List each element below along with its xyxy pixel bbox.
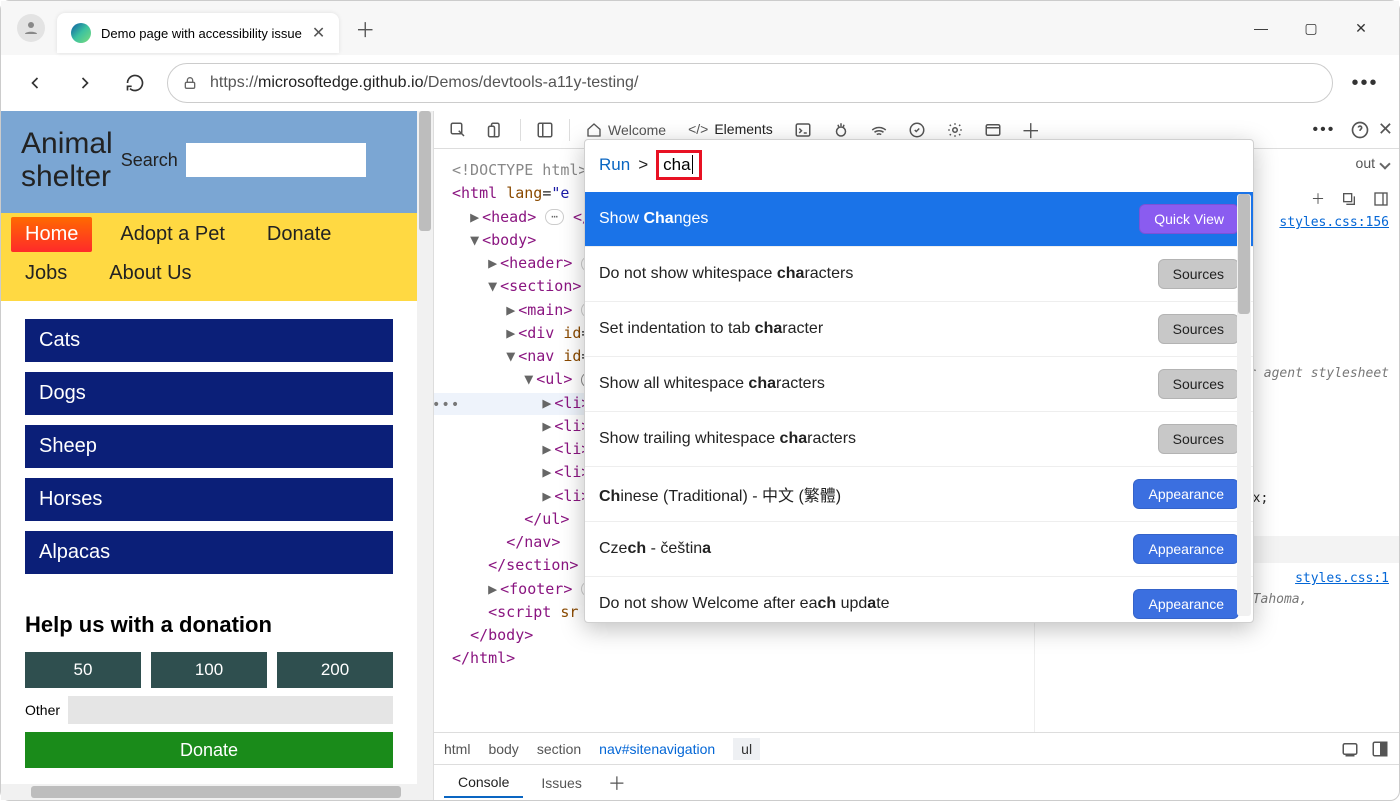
drawer-add-tab[interactable]: ＋ <box>600 770 634 796</box>
nav-adopt[interactable]: Adopt a Pet <box>106 217 239 252</box>
toggle-classes-icon[interactable] <box>1341 191 1357 207</box>
gutter-more-icon[interactable]: ••• <box>432 395 460 417</box>
command-item[interactable]: Show trailing whitespace charactersSourc… <box>585 411 1253 466</box>
donation-heading: Help us with a donation <box>25 612 393 638</box>
command-badge: Sources <box>1158 369 1239 399</box>
command-badge: Quick View <box>1139 204 1239 234</box>
window-controls: — ▢ ✕ <box>1249 20 1389 37</box>
command-list: Show ChangesQuick ViewDo not show whites… <box>585 192 1253 622</box>
lock-icon <box>182 75 198 91</box>
url-text: https://microsoftedge.github.io/Demos/de… <box>210 74 638 92</box>
command-item[interactable]: Chinese (Traditional) - 中文 (繁體)Appearanc… <box>585 466 1253 521</box>
forward-button[interactable] <box>67 65 103 101</box>
new-tab-button[interactable]: ＋ <box>355 14 375 43</box>
help-icon[interactable] <box>1350 120 1370 140</box>
browser-menu-button[interactable]: ••• <box>1347 72 1383 95</box>
crumb[interactable]: nav#sitenavigation <box>599 741 715 757</box>
command-badge: Sources <box>1158 314 1239 344</box>
crumb[interactable]: section <box>537 741 581 757</box>
inspect-icon[interactable] <box>440 115 476 145</box>
devtools-more-button[interactable]: ••• <box>1306 121 1342 139</box>
donate-button[interactable]: Donate <box>25 732 393 768</box>
nav-about[interactable]: About Us <box>95 256 205 291</box>
search-label: Search <box>121 150 178 171</box>
styles-dropdown[interactable]: out <box>1356 155 1389 171</box>
page-title: Animalshelter <box>21 127 113 193</box>
source-link[interactable]: styles.css:156 <box>1279 213 1389 234</box>
crumb[interactable]: body <box>488 741 518 757</box>
profile-avatar[interactable] <box>17 14 45 42</box>
horizontal-scrollbar[interactable] <box>1 784 433 800</box>
site-nav: Home Adopt a Pet Donate Jobs About Us <box>1 213 417 301</box>
drawer-tab-console[interactable]: Console <box>444 768 523 798</box>
other-amount-input[interactable] <box>68 696 393 724</box>
refresh-button[interactable] <box>117 65 153 101</box>
crumb[interactable]: html <box>444 741 470 757</box>
minimize-button[interactable]: — <box>1249 20 1273 37</box>
command-run-label: Run <box>599 155 630 175</box>
dock-icon[interactable] <box>1371 740 1389 758</box>
command-item[interactable]: Show ChangesQuick View <box>585 192 1253 246</box>
computed-toggle-icon[interactable] <box>1373 191 1389 207</box>
category-list: Cats Dogs Sheep Horses Alpacas <box>1 301 417 602</box>
other-label: Other <box>25 702 60 718</box>
vertical-scrollbar[interactable] <box>417 111 433 800</box>
donation-section: Help us with a donation 50 100 200 Other… <box>1 612 417 768</box>
page-header: Animalshelter Search <box>1 111 417 213</box>
close-window-button[interactable]: ✕ <box>1349 20 1373 37</box>
command-item[interactable]: Do not show whitespace charactersSources <box>585 246 1253 301</box>
command-item[interactable]: Czech - češtinaAppearance <box>585 521 1253 576</box>
back-button[interactable] <box>17 65 53 101</box>
list-item[interactable]: Sheep <box>25 425 393 468</box>
edge-logo-icon <box>71 23 91 43</box>
command-badge: Appearance <box>1133 534 1239 564</box>
titlebar: Demo page with accessibility issue ✕ ＋ —… <box>1 1 1399 55</box>
command-item[interactable]: Do not show Welcome after each updateApp… <box>585 576 1253 631</box>
command-scrollbar[interactable] <box>1237 194 1251 616</box>
tab-close-icon[interactable]: ✕ <box>312 23 325 43</box>
search-input[interactable] <box>186 143 366 177</box>
command-prompt-icon: > <box>638 155 648 175</box>
command-item[interactable]: Set indentation to tab characterSources <box>585 301 1253 356</box>
list-item[interactable]: Cats <box>25 319 393 362</box>
amount-button[interactable]: 50 <box>25 652 141 688</box>
rendering-icon[interactable] <box>1341 740 1359 758</box>
address-bar[interactable]: https://microsoftedge.github.io/Demos/de… <box>167 63 1333 103</box>
activity-bar-icon[interactable] <box>527 115 563 145</box>
list-item[interactable]: Dogs <box>25 372 393 415</box>
source-link[interactable]: styles.css:1 <box>1295 569 1389 590</box>
list-item[interactable]: Alpacas <box>25 531 393 574</box>
browser-tab[interactable]: Demo page with accessibility issue ✕ <box>57 13 339 53</box>
command-input[interactable]: cha <box>656 150 701 180</box>
devtools-drawer: Console Issues ＋ <box>434 764 1399 800</box>
device-toggle-icon[interactable] <box>478 115 514 145</box>
amount-button[interactable]: 200 <box>277 652 393 688</box>
command-menu: Run > cha Show ChangesQuick ViewDo not s… <box>584 139 1254 623</box>
close-devtools-button[interactable]: ✕ <box>1378 119 1393 140</box>
page-viewport: Animalshelter Search Home Adopt a Pet Do… <box>1 111 433 800</box>
breadcrumb: html body section nav#sitenavigation ul <box>434 732 1399 764</box>
nav-jobs[interactable]: Jobs <box>11 256 81 291</box>
crumb[interactable]: ul <box>733 738 760 760</box>
tab-title: Demo page with accessibility issue <box>101 26 302 41</box>
command-badge: Appearance <box>1133 479 1239 509</box>
navbar: https://microsoftedge.github.io/Demos/de… <box>1 55 1399 111</box>
list-item[interactable]: Horses <box>25 478 393 521</box>
maximize-button[interactable]: ▢ <box>1299 20 1323 37</box>
command-badge: Appearance <box>1133 589 1239 619</box>
new-style-rule-icon[interactable]: ＋ <box>1311 189 1325 209</box>
command-badge: Sources <box>1158 424 1239 454</box>
nav-donate[interactable]: Donate <box>253 217 346 252</box>
drawer-tab-issues[interactable]: Issues <box>527 769 595 797</box>
amount-button[interactable]: 100 <box>151 652 267 688</box>
command-badge: Sources <box>1158 259 1239 289</box>
nav-home[interactable]: Home <box>11 217 92 252</box>
command-item[interactable]: Show all whitespace charactersSources <box>585 356 1253 411</box>
